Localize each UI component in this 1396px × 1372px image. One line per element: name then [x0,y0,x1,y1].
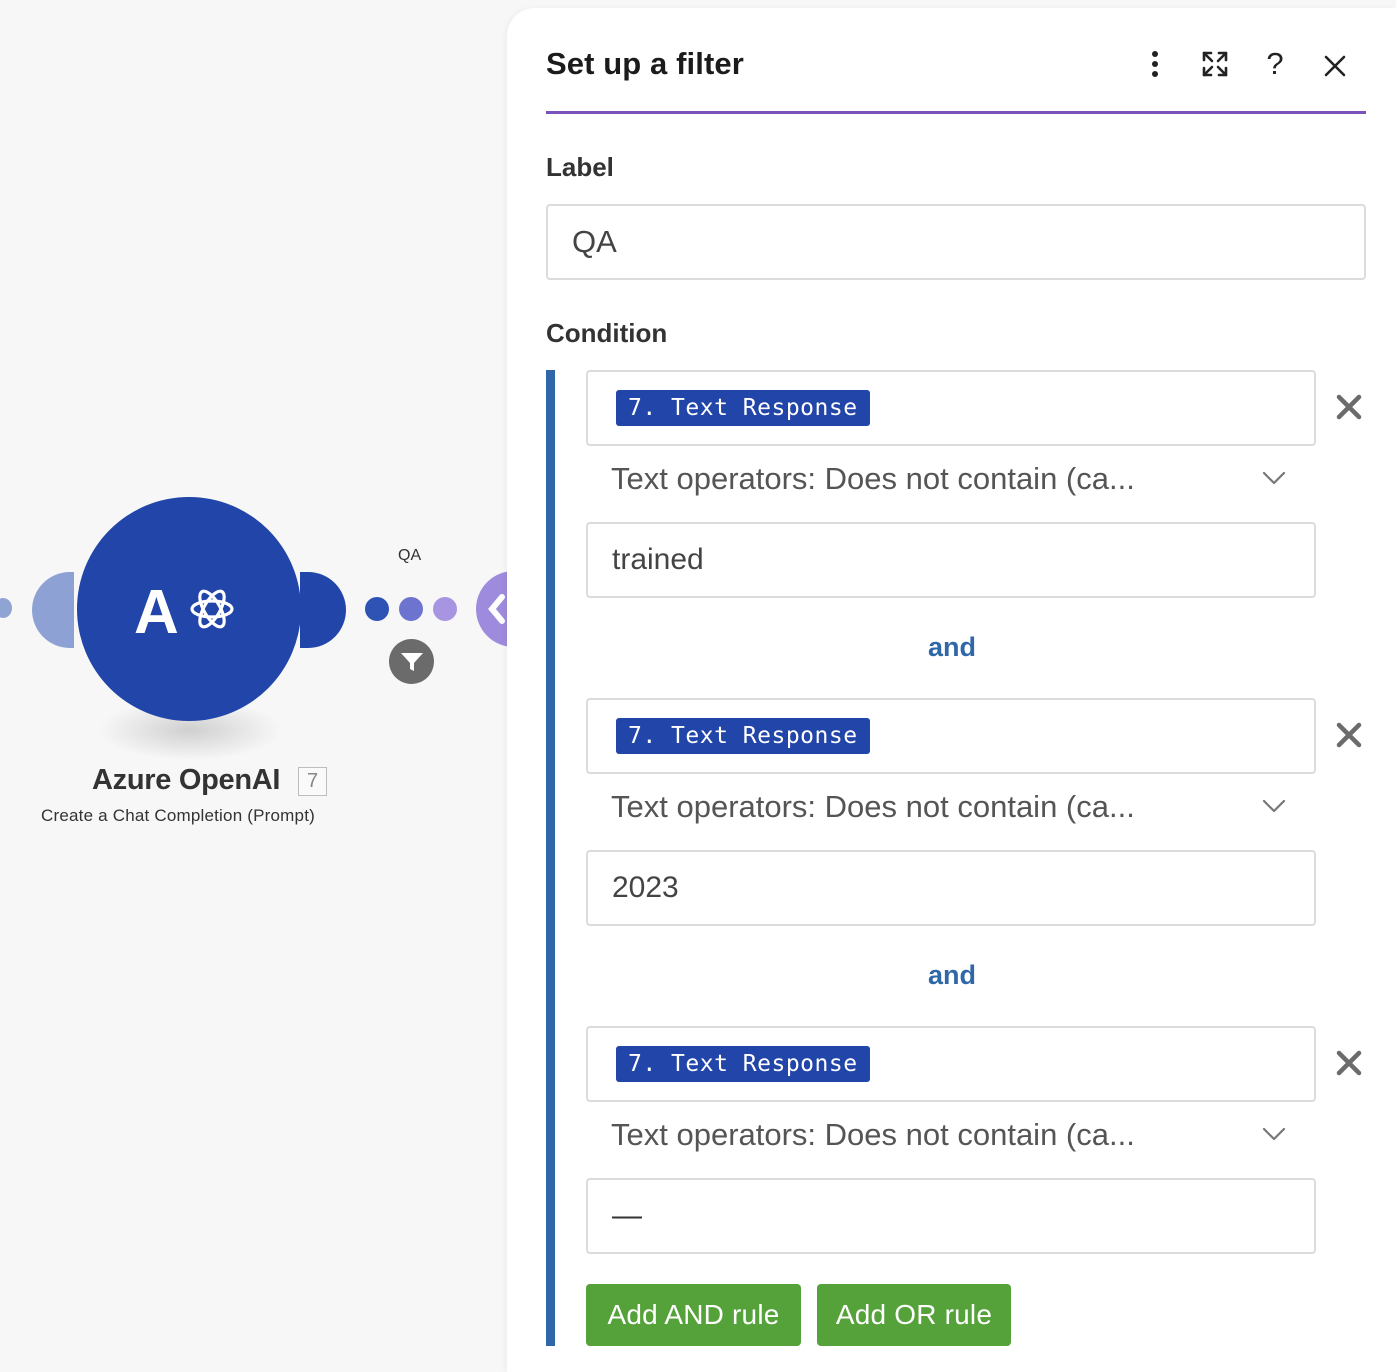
module-id-badge: 7 [298,767,327,796]
module-title: Azure OpenAI [92,764,281,796]
module-output-handle[interactable] [300,572,348,648]
rule-1-remove-icon[interactable] [1329,387,1369,427]
label-field-label: Label [546,152,614,182]
label-input[interactable]: QA [546,204,1366,280]
header-divider [546,111,1366,114]
and-joiner-2: and [927,960,976,990]
rule-2-field-pill[interactable]: 7. Text Response [616,718,870,754]
azure-openai-logo-icon: A [134,579,234,639]
link-dot-1 [365,597,389,621]
more-vertical-icon[interactable] [1135,44,1175,84]
scenario-canvas[interactable]: A Azure OpenAI 7 Create a Chat Completio… [0,0,520,1372]
rule-1-value-input[interactable]: trained [586,522,1316,598]
rule-2-remove-icon[interactable] [1329,715,1369,755]
module-subtitle: Create a Chat Completion (Prompt) [41,806,315,825]
help-icon[interactable]: ? [1255,44,1295,84]
panel-title: Set up a filter [546,46,744,81]
rule-1-operator-select[interactable]: Text operators: Does not contain (ca... [586,453,1316,509]
rule-2-operator-value: Text operators: Does not contain (ca... [611,789,1135,824]
filter-setup-panel: Set up a filter ? Label QA Condition 7. … [507,8,1396,1372]
rule-2-field-input[interactable]: 7. Text Response [586,698,1316,774]
previous-link-dot [0,598,12,618]
chevron-down-icon [1262,1127,1286,1141]
rule-3-value-input[interactable]: — [586,1178,1316,1254]
azure-logo-letter: A [134,579,179,639]
azure-openai-module[interactable]: A [77,497,301,721]
rule-2-operator-select[interactable]: Text operators: Does not contain (ca... [586,781,1316,837]
filter-funnel-icon[interactable] [389,639,434,684]
maximize-icon[interactable] [1195,44,1235,84]
condition-group-bar [546,370,555,1346]
rule-1-field-pill[interactable]: 7. Text Response [616,390,870,426]
rule-3-remove-icon[interactable] [1329,1043,1369,1083]
rule-1-operator-value: Text operators: Does not contain (ca... [611,461,1135,496]
condition-label: Condition [546,318,668,348]
chevron-down-icon [1262,471,1286,485]
help-glyph: ? [1266,46,1284,81]
link-dot-3 [433,597,457,621]
chevron-down-icon [1262,799,1286,813]
rule-3-operator-select[interactable]: Text operators: Does not contain (ca... [586,1109,1316,1165]
link-dot-2 [399,597,423,621]
close-icon[interactable] [1315,46,1355,86]
and-joiner-1: and [927,632,976,662]
rule-2-value-input[interactable]: 2023 [586,850,1316,926]
add-and-rule-button[interactable]: Add AND rule [586,1284,801,1346]
add-or-rule-button[interactable]: Add OR rule [817,1284,1011,1346]
rule-3-operator-value: Text operators: Does not contain (ca... [611,1117,1135,1152]
previous-module-edge [32,572,74,648]
rule-3-field-pill[interactable]: 7. Text Response [616,1046,870,1082]
link-label: QA [398,547,422,564]
rule-1-field-input[interactable]: 7. Text Response [586,370,1316,446]
rule-3-field-input[interactable]: 7. Text Response [586,1026,1316,1102]
